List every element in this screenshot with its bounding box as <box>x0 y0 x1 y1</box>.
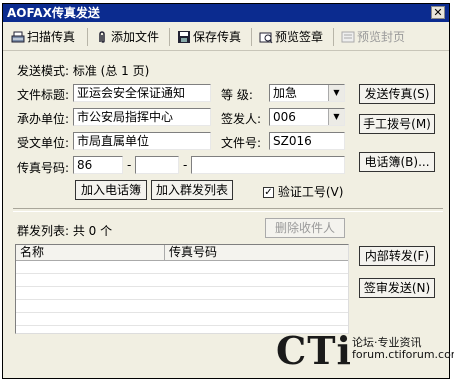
internal-forward-button[interactable]: 内部转发(F) <box>359 246 435 266</box>
grid-line <box>16 273 348 274</box>
scan-fax-label: 扫描传真 <box>27 30 76 44</box>
scanner-icon <box>11 30 25 44</box>
cover-page-icon <box>341 30 355 44</box>
save-fax-button[interactable]: 保存传真 <box>177 28 241 46</box>
unit-label: 承办单位: <box>17 112 70 126</box>
fax-number-label: 传真号码: <box>17 161 70 175</box>
grid-line <box>16 299 348 300</box>
chevron-down-icon[interactable]: ▼ <box>328 109 344 125</box>
review-send-button[interactable]: 签审发送(N) <box>359 278 435 298</box>
add-file-button[interactable]: 添加文件 <box>95 28 159 46</box>
fax-number-input[interactable] <box>191 156 345 174</box>
toolbar-separator <box>251 28 252 46</box>
paperclip-icon <box>95 30 109 44</box>
divider <box>13 208 443 212</box>
signer-value: 006 <box>273 110 296 124</box>
grid-line <box>16 325 348 326</box>
add-phonebook-button[interactable]: 加入电话簿 <box>75 180 147 200</box>
signer-select[interactable]: 006 ▼ <box>269 108 345 126</box>
group-list[interactable]: 名称 传真号码 <box>15 244 349 334</box>
close-button[interactable]: ✕ <box>431 6 445 19</box>
preview-cover-label: 预览封页 <box>357 30 406 44</box>
unit-input[interactable]: 市公安局指挥中心 <box>73 108 211 126</box>
level-label: 等 级: <box>221 88 253 102</box>
add-group-button[interactable]: 加入群发列表 <box>151 180 233 200</box>
add-file-label: 添加文件 <box>111 30 160 44</box>
window-title: AOFAX传真发送 <box>7 6 100 20</box>
toolbar-separator <box>333 28 334 46</box>
save-icon <box>177 30 191 44</box>
title-input[interactable]: 亚运会安全保证通知 <box>73 84 211 102</box>
manual-dial-button[interactable]: 手工拨号(M) <box>359 114 435 134</box>
checkbox-checked-icon[interactable]: ✓ <box>263 187 274 198</box>
send-mode-text: 发送模式: 标准 (总 1 页) <box>17 64 150 78</box>
verify-label: 验证工号(V) <box>277 185 344 199</box>
preview-sign-label: 预览签章 <box>275 30 324 44</box>
watermark-logo: CTi <box>276 328 352 373</box>
doc-number-label: 文件号: <box>221 136 262 150</box>
grid-line <box>16 286 348 287</box>
fax-area-input[interactable]: 86 <box>73 156 123 174</box>
fax-dash: - <box>183 158 188 172</box>
preview-icon <box>259 30 273 44</box>
grid-line <box>16 312 348 313</box>
group-count-text: 群发列表: 共 0 个 <box>17 224 113 238</box>
verify-checkbox[interactable]: ✓ 验证工号(V) <box>263 183 343 200</box>
column-header-fax[interactable]: 传真号码 <box>164 245 348 261</box>
title-label: 文件标题: <box>17 88 70 102</box>
column-header-name[interactable]: 名称 <box>16 245 164 261</box>
fax-dash: - <box>127 158 132 172</box>
preview-cover-button[interactable]: 预览封页 <box>341 28 405 46</box>
recv-unit-input[interactable]: 市局直属单位 <box>73 132 211 150</box>
toolbar-separator <box>169 28 170 46</box>
chevron-down-icon[interactable]: ▼ <box>328 85 344 101</box>
preview-sign-button[interactable]: 预览签章 <box>259 28 323 46</box>
fax-send-window: AOFAX传真发送 ✕ 扫描传真 添加文件 保存传真 预览签章 预览封页 发送模… <box>2 3 450 379</box>
signer-label: 签发人: <box>221 112 262 126</box>
send-fax-button[interactable]: 发送传真(S) <box>359 84 435 104</box>
delete-recipient-button[interactable]: 删除收件人 <box>265 218 345 238</box>
recv-unit-label: 受文单位: <box>17 136 70 150</box>
save-fax-label: 保存传真 <box>193 30 242 44</box>
toolbar: 扫描传真 添加文件 保存传真 预览签章 预览封页 <box>3 24 449 51</box>
phonebook-button[interactable]: 电话簿(B)... <box>359 152 435 172</box>
fax-mid-input[interactable] <box>135 156 179 174</box>
toolbar-separator <box>87 28 88 46</box>
watermark-line2: forum.ctiforum.com <box>352 348 454 361</box>
level-value: 加急 <box>273 86 298 100</box>
title-bar: AOFAX传真发送 ✕ <box>3 4 449 22</box>
level-select[interactable]: 加急 ▼ <box>269 84 345 102</box>
doc-number-input[interactable]: SZ016 <box>269 132 345 150</box>
scan-fax-button[interactable]: 扫描传真 <box>11 28 75 46</box>
